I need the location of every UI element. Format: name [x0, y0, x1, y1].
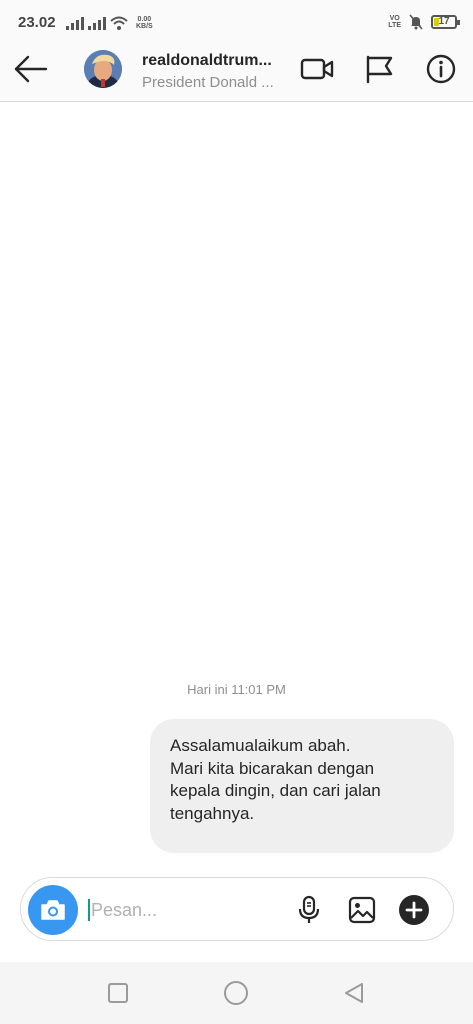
video-call-button[interactable] [300, 52, 334, 86]
status-bar: 23.02 0.00 KB/S VO LTE 17 [0, 0, 473, 40]
system-back-button[interactable] [341, 980, 367, 1006]
home-button[interactable] [223, 980, 249, 1006]
microphone-icon [298, 895, 320, 923]
network-speed: 0.00 KB/S [136, 16, 153, 30]
volte-bottom: LTE [388, 22, 401, 29]
signal-icon-2 [88, 16, 106, 30]
flag-icon [366, 55, 393, 84]
message-composer [20, 877, 454, 941]
plus-icon [399, 895, 429, 925]
status-time: 23.02 [18, 14, 56, 31]
bell-muted-icon [409, 14, 423, 30]
sent-message-bubble[interactable]: Assalamualaikum abah. Mari kita bicaraka… [150, 719, 454, 853]
profile-photo-icon [84, 50, 122, 88]
gallery-icon [348, 896, 376, 924]
camera-button[interactable] [28, 885, 78, 935]
system-nav-bar [0, 962, 473, 1024]
square-icon [108, 983, 128, 1003]
recent-apps-button[interactable] [105, 980, 131, 1006]
info-icon [426, 54, 456, 84]
message-input[interactable] [91, 896, 281, 924]
battery-icon: 17 [431, 15, 460, 29]
triangle-back-icon [345, 983, 363, 1003]
volte-indicator: VO LTE [388, 15, 401, 29]
text-cursor [88, 899, 90, 921]
network-speed-unit: KB/S [136, 23, 153, 30]
voice-message-button[interactable] [293, 894, 325, 926]
report-button[interactable] [362, 52, 396, 86]
back-arrow-icon [14, 55, 48, 83]
back-button[interactable] [12, 53, 50, 85]
video-call-icon [300, 58, 334, 80]
avatar[interactable] [84, 50, 122, 88]
message-timestamp: Hari ini 11:01 PM [187, 682, 286, 697]
gallery-button[interactable] [346, 894, 378, 926]
status-left-icons: 0.00 KB/S [66, 14, 153, 30]
network-speed-value: 0.00 [137, 16, 152, 23]
thread-subtitle[interactable]: President Donald ... [142, 74, 274, 91]
thread-username[interactable]: realdonaldtrum... [142, 52, 272, 70]
circle-icon [224, 981, 248, 1005]
status-right-icons: VO LTE 17 [388, 14, 460, 30]
more-options-button[interactable] [398, 894, 430, 926]
info-button[interactable] [424, 52, 458, 86]
signal-icon [66, 16, 84, 30]
battery-level: 17 [438, 16, 450, 27]
camera-icon [41, 900, 65, 920]
wifi-icon [110, 16, 128, 30]
volte-top: VO [389, 15, 400, 22]
thread-header: realdonaldtrum... President Donald ... [0, 40, 473, 102]
